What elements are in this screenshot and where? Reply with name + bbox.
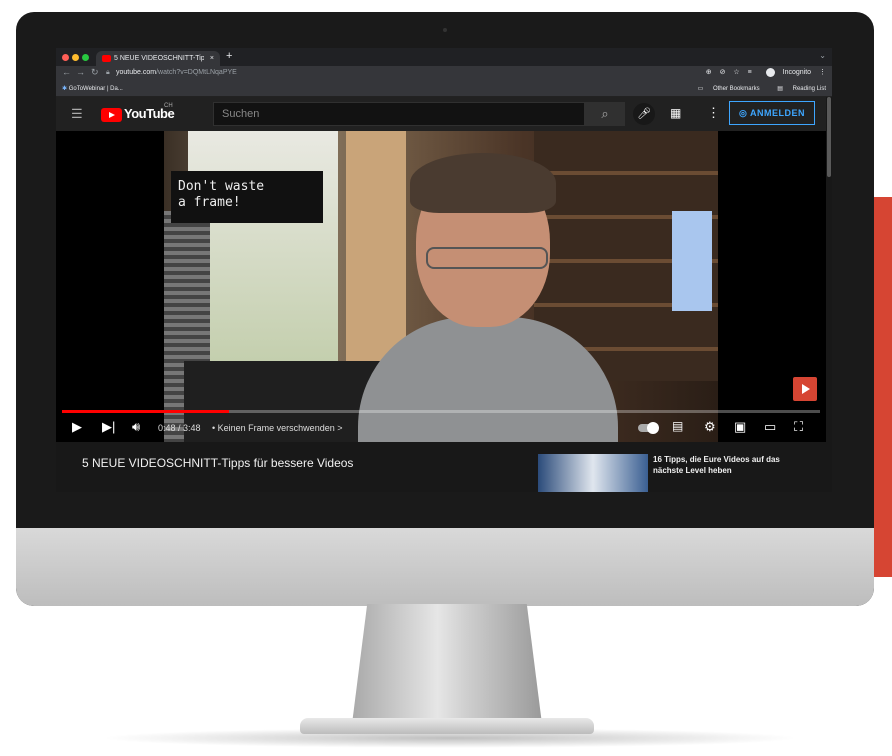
bookmarks-right: ▭ Other Bookmarks ▤ Reading List	[682, 85, 826, 92]
region-code: CH	[164, 103, 173, 109]
autoplay-toggle[interactable]	[638, 422, 659, 434]
browser-toolbar: ← → ↻ 🔒︎ youtube.com/watch?v=DQMtLNqaPYE…	[56, 66, 832, 82]
sign-in-button[interactable]: ◎ ANMELDEN	[729, 101, 815, 125]
monitor-chin	[16, 528, 874, 606]
miniplayer-icon[interactable]: ▣	[734, 419, 746, 435]
search-button[interactable]: ⌕	[585, 102, 625, 126]
screen: 5 NEUE VIDEOSCHNITT-Tipps × + ⌄ ← → ↻ 🔒︎…	[56, 48, 832, 492]
subtitles-icon[interactable]: ▤	[672, 419, 683, 433]
monitor-base	[300, 718, 594, 734]
monitor-stand	[352, 604, 542, 724]
chapter-title[interactable]: • Keinen Frame verschwenden >	[212, 423, 343, 433]
star-bookmark-icon[interactable]: ☆	[733, 69, 739, 76]
page-scrollbar[interactable]	[826, 97, 832, 492]
zoom-icon[interactable]: ⊕	[706, 69, 712, 76]
webcam-dot	[443, 28, 447, 32]
settings-more-icon[interactable]: ⋮	[707, 105, 720, 121]
reload-icon[interactable]: ↻	[91, 67, 99, 78]
hamburger-menu-icon[interactable]: ☰	[71, 106, 83, 122]
player-controls: ▶ ▶| 🔊︎ 0:48 / 3:48 • Keinen Frame versc…	[56, 417, 826, 442]
next-icon[interactable]: ▶|	[102, 419, 115, 435]
fullscreen-icon[interactable]: ⛶	[794, 419, 803, 435]
folder-icon: ▭	[697, 86, 704, 92]
browser-tab-bar: 5 NEUE VIDEOSCHNITT-Tipps × + ⌄	[56, 48, 832, 66]
microphone-icon: 🎤︎	[637, 108, 651, 120]
other-bookmarks[interactable]: ▭ Other Bookmarks	[690, 86, 760, 92]
settings-gear-icon[interactable]: ⚙	[704, 419, 716, 435]
forward-arrow-icon[interactable]: →	[76, 67, 85, 77]
play-icon[interactable]: ▶	[72, 419, 82, 435]
reading-list[interactable]: ▤ Reading List	[769, 86, 826, 92]
video-caption-overlay: Don't waste a frame!	[171, 171, 323, 223]
voice-search-button[interactable]: 🎤︎	[633, 103, 655, 125]
scene-lamp	[672, 211, 712, 311]
eye-off-icon[interactable]: ⊘	[720, 69, 726, 76]
other-bookmarks-label: Other Bookmarks	[712, 86, 760, 92]
time-display: 0:48 / 3:48	[158, 423, 201, 433]
background-red-panel	[872, 197, 892, 577]
reading-list-label: Reading List	[792, 86, 826, 92]
url-host: youtube.com	[116, 69, 157, 76]
close-window-button[interactable]	[62, 54, 69, 61]
back-arrow-icon[interactable]: ←	[62, 67, 71, 77]
search-input[interactable]: Suchen	[213, 102, 585, 126]
channel-watermark-icon[interactable]	[793, 377, 817, 401]
chapter-chevron-icon: >	[337, 423, 343, 433]
minimize-window-button[interactable]	[72, 54, 79, 61]
chapter-label: • Keinen Frame verschwenden	[212, 423, 335, 433]
theater-mode-icon[interactable]: ▭	[764, 419, 776, 435]
youtube-header: ☰ YouTube CH Suchen ⌕ 🎤︎ ▦ ⋮ ◎ ANMELDEN	[56, 97, 826, 131]
maximize-window-button[interactable]	[82, 54, 89, 61]
apps-grid-icon[interactable]: ▦	[670, 106, 681, 120]
url-field[interactable]: youtube.com/watch?v=DQMtLNqaPYE	[116, 69, 237, 76]
scene-person-hair	[410, 153, 556, 213]
video-title: 5 NEUE VIDEOSCHNITT-Tipps für bessere Vi…	[82, 456, 354, 470]
lock-icon: 🔒︎	[106, 69, 110, 76]
snowflake-icon: ✱	[62, 86, 68, 92]
incognito-label[interactable]: Incognito	[783, 69, 811, 76]
tab-search-chevron-icon[interactable]: ⌄	[819, 51, 826, 60]
below-player: 5 NEUE VIDEOSCHNITT-Tipps für bessere Vi…	[56, 442, 826, 492]
new-tab-button[interactable]: +	[226, 50, 232, 62]
volume-icon[interactable]: 🔊︎	[132, 419, 140, 435]
progress-bar[interactable]	[62, 410, 820, 413]
bookmarks-bar: ✱ GoToWebinar | Da... ▭ Other Bookmarks …	[56, 82, 832, 97]
url-path: /watch?v=DQMtLNqaPYE	[156, 69, 237, 76]
bookmark-gotowebinar-label: GoToWebinar | Da...	[68, 86, 123, 92]
user-circle-icon: ◎	[738, 108, 748, 118]
youtube-favicon-icon	[102, 55, 111, 62]
reading-list-icon: ▤	[777, 86, 783, 92]
scrollbar-thumb[interactable]	[827, 97, 831, 177]
toolbar-right-icons: ⊕ ⊘ ☆ ≡ Incognito ⋮	[700, 68, 826, 77]
tab-title: 5 NEUE VIDEOSCHNITT-Tipps	[114, 55, 204, 62]
progress-fill	[62, 410, 229, 413]
browser-tab[interactable]: 5 NEUE VIDEOSCHNITT-Tipps ×	[96, 51, 220, 66]
bookmark-gotowebinar[interactable]: ✱ GoToWebinar | Da...	[62, 85, 123, 92]
video-player[interactable]: Don't waste a frame! ▶ ▶| 🔊︎ 0:48 / 3:48…	[56, 131, 826, 442]
tab-close-button[interactable]: ×	[210, 51, 214, 66]
youtube-logo-icon[interactable]	[101, 108, 122, 122]
search-icon: ⌕	[601, 106, 609, 121]
browser-menu-icon[interactable]: ⋮	[819, 69, 826, 76]
reading-list-icon[interactable]: ≡	[748, 69, 752, 76]
imac-monitor: 5 NEUE VIDEOSCHNITT-Tipps × + ⌄ ← → ↻ 🔒︎…	[16, 12, 874, 606]
scene-person-glasses	[426, 247, 548, 269]
related-video-title[interactable]: 16 Tipps, die Eure Videos auf das nächst…	[653, 454, 803, 476]
sign-in-label: ANMELDEN	[750, 108, 806, 118]
incognito-icon	[760, 68, 775, 77]
related-video-thumbnail[interactable]	[538, 454, 648, 492]
scene-window	[188, 131, 338, 361]
